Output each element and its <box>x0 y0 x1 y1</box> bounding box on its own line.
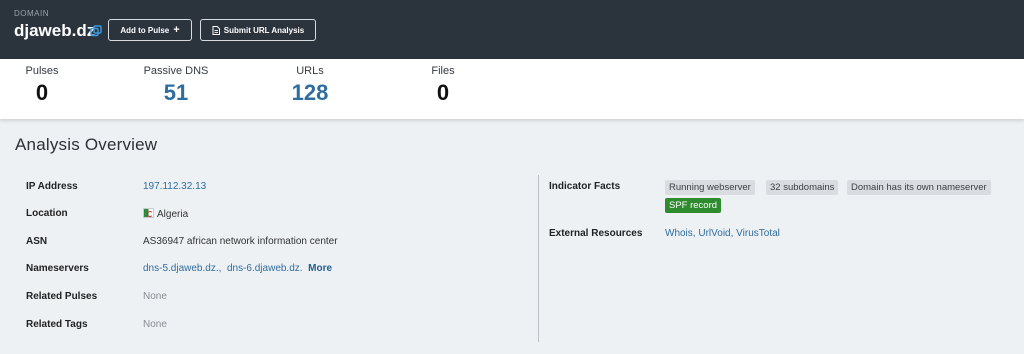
spf-record-tag: SPF record <box>665 198 722 213</box>
stat-value: 0 <box>35 80 49 105</box>
fact-tag: Domain has its own nameserver <box>847 180 991 195</box>
virustotal-link[interactable]: VirusTotal <box>736 228 780 239</box>
ip-address-link[interactable]: 197.112.32.13 <box>143 181 206 192</box>
add-to-pulse-button[interactable]: Add to Pulse + <box>108 19 192 41</box>
stat-label: Pulses <box>25 65 59 77</box>
asn-value: AS36947 african network information cent… <box>143 236 338 247</box>
stat-label: Passive DNS <box>143 65 209 77</box>
nameserver-link[interactable]: dns-6.djaweb.dz. <box>227 263 303 274</box>
stat-value: 0 <box>436 80 450 105</box>
plus-icon: + <box>173 24 180 36</box>
external-resources-label: External Resources <box>549 228 643 239</box>
stat-files[interactable]: Files 0 <box>393 65 493 106</box>
location-label: Location <box>26 208 68 219</box>
document-icon <box>212 25 220 35</box>
submit-url-analysis-button[interactable]: Submit URL Analysis <box>200 19 316 41</box>
stat-passive-dns[interactable]: Passive DNS 51 <box>126 65 226 106</box>
stat-pulses[interactable]: Pulses 0 <box>0 65 92 106</box>
analysis-overview-title: Analysis Overview <box>15 135 158 154</box>
indicator-header: DOMAIN djaweb.dz Add to Pulse + Submit U… <box>0 0 1024 59</box>
stat-value: 128 <box>291 80 329 105</box>
location-value: Algeria <box>143 208 188 220</box>
stat-value: 51 <box>163 80 189 105</box>
urlvoid-link[interactable]: UrlVoid <box>698 228 730 239</box>
related-tags-value: None <box>143 319 167 330</box>
stat-urls[interactable]: URLs 128 <box>260 65 360 106</box>
asn-label: ASN <box>26 236 48 247</box>
fact-tag: 32 subdomains <box>766 180 839 195</box>
domain-name: djaweb.dz <box>14 21 96 40</box>
submit-url-analysis-label: Submit URL Analysis <box>223 25 305 35</box>
nameservers-more-link[interactable]: More <box>308 263 332 274</box>
indicator-facts-label: Indicator Facts <box>549 181 621 192</box>
location-country: Algeria <box>157 209 189 220</box>
related-tags-label: Related Tags <box>26 319 88 330</box>
nameservers-value: dns-5.djaweb.dz., dns-6.djaweb.dz. More <box>143 263 332 274</box>
related-pulses-label: Related Pulses <box>26 291 98 302</box>
nameservers-label: Nameservers <box>26 263 89 274</box>
add-to-pulse-label: Add to Pulse <box>120 25 170 35</box>
algeria-flag-icon <box>143 208 154 218</box>
fact-tag: Running webserver <box>665 180 755 195</box>
copy-icon[interactable] <box>90 25 102 37</box>
stat-label: URLs <box>296 65 324 77</box>
whois-link[interactable]: Whois <box>665 228 693 239</box>
external-resources-links: Whois, UrlVoid, VirusTotal <box>665 228 780 239</box>
ip-address-label: IP Address <box>26 181 78 192</box>
stats-bar: Pulses 0 Passive DNS 51 URLs 128 Files 0 <box>0 59 1024 119</box>
related-pulses-value: None <box>143 291 167 302</box>
nameserver-link[interactable]: dns-5.djaweb.dz., <box>143 263 221 274</box>
stat-label: Files <box>431 65 455 77</box>
indicator-type-label: DOMAIN <box>14 9 49 18</box>
column-divider <box>538 175 539 342</box>
